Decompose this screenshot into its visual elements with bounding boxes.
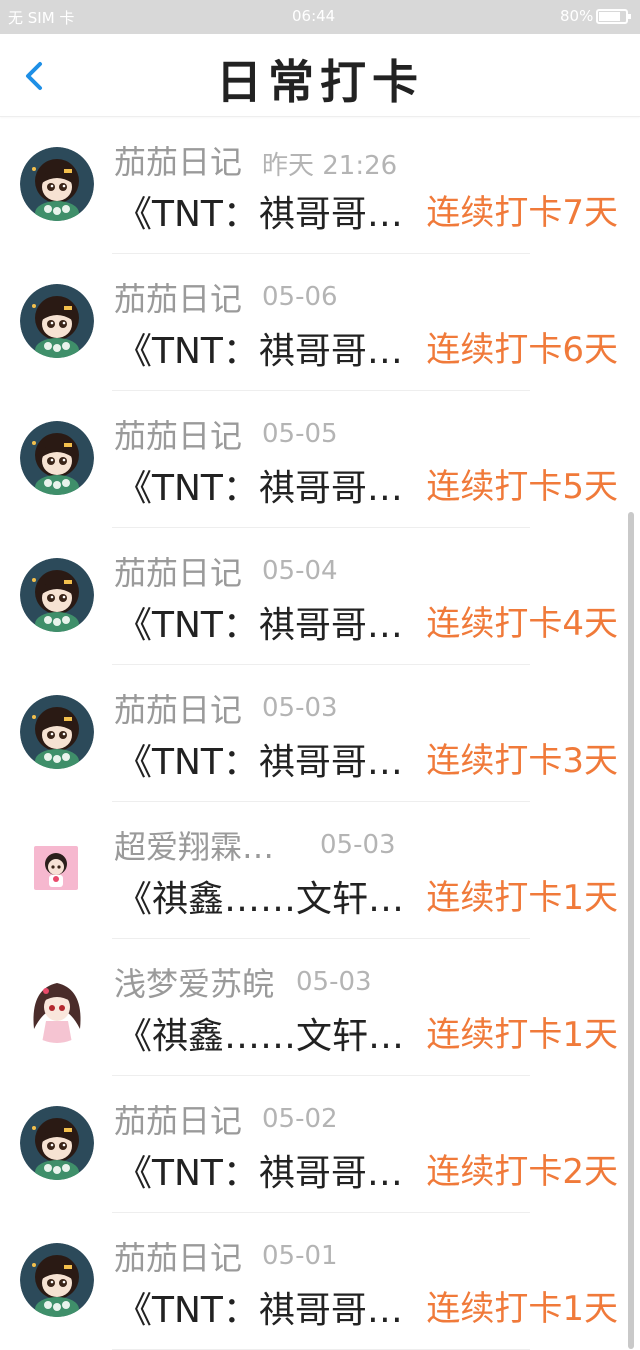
post-title: 《祺鑫……文轩… [116,879,405,920]
user-avatar[interactable] [20,147,94,221]
user-name: 茄茄日记 [114,280,243,318]
status-bar: 无 SIM 卡 06:44 80% [0,0,640,34]
streak-label: 连续打卡2天 [426,1152,618,1192]
streak-label: 连续打卡6天 [426,330,618,370]
post-time: 05-03 [296,967,372,997]
page-title: 日常打卡 [216,55,424,109]
post-title: 《TNT：祺哥哥… [116,742,403,783]
user-name: 茄茄日记 [114,417,243,455]
nav-bar: 日常打卡 [0,34,640,117]
user-name: 茄茄日记 [114,554,243,592]
battery-icon [596,9,631,24]
streak-label: 连续打卡1天 [426,1289,618,1329]
streak-label: 连续打卡4天 [426,604,618,644]
list-item[interactable]: 茄茄日记 05-03 《TNT：祺哥哥… 连续打卡3天 [0,665,640,802]
checkin-list: 茄茄日记 昨天 21:26 《TNT：祺哥哥… 连续打卡7天 茄茄日记 05-06 《TNT… [0,117,640,1350]
streak-label: 连续打卡7天 [426,193,618,233]
scrollbar[interactable] [628,512,634,1349]
post-time: 05-03 [262,693,338,723]
battery-percent: 80% [560,7,594,25]
user-name: 茄茄日记 [114,691,243,729]
post-title: 《TNT：祺哥哥… [116,331,403,372]
streak-label: 连续打卡5天 [426,467,618,507]
user-avatar[interactable] [20,558,94,632]
post-time: 05-05 [262,419,338,449]
user-avatar[interactable] [20,421,94,495]
post-time: 05-02 [262,1104,338,1134]
post-time: 05-04 [262,556,338,586]
list-item[interactable]: 超爱翔霖… 05-03 《祺鑫……文轩… 连续打卡1天 [0,802,640,939]
streak-label: 连续打卡3天 [426,741,618,781]
list-item[interactable]: 浅梦爱苏皖 05-03 《祺鑫……文轩… 连续打卡1天 [0,939,640,1076]
list-item[interactable]: 茄茄日记 05-01 《TNT：祺哥哥… 连续打卡1天 [0,1213,640,1350]
list-item[interactable]: 茄茄日记 05-02 《TNT：祺哥哥… 连续打卡2天 [0,1076,640,1213]
user-avatar[interactable] [20,1243,94,1317]
user-avatar[interactable] [20,1106,94,1180]
user-name: 超爱翔霖… [114,828,275,866]
post-time: 05-01 [262,1241,338,1271]
user-name: 浅梦爱苏皖 [114,965,275,1003]
post-title: 《TNT：祺哥哥… [116,194,403,235]
list-item[interactable]: 茄茄日记 05-05 《TNT：祺哥哥… 连续打卡5天 [0,391,640,528]
carrier-status: 无 SIM 卡 [8,9,75,27]
user-name: 茄茄日记 [114,1239,243,1277]
user-avatar[interactable] [20,695,94,769]
post-time: 05-03 [320,830,396,860]
user-name: 茄茄日记 [114,143,243,181]
user-avatar[interactable] [20,284,94,358]
post-title: 《祺鑫……文轩… [116,1016,405,1057]
user-name: 茄茄日记 [114,1102,243,1140]
post-title: 《TNT：祺哥哥… [116,468,403,509]
post-title: 《TNT：祺哥哥… [116,605,403,646]
post-time: 05-06 [262,282,338,312]
list-item[interactable]: 茄茄日记 05-06 《TNT：祺哥哥… 连续打卡6天 [0,254,640,391]
user-avatar[interactable] [34,846,78,890]
user-avatar[interactable] [20,969,94,1043]
post-title: 《TNT：祺哥哥… [116,1290,403,1331]
streak-label: 连续打卡1天 [426,878,618,918]
streak-label: 连续打卡1天 [426,1015,618,1055]
post-time: 昨天 21:26 [262,151,398,181]
clock: 06:44 [292,7,336,25]
list-item[interactable]: 茄茄日记 昨天 21:26 《TNT：祺哥哥… 连续打卡7天 [0,117,640,254]
post-title: 《TNT：祺哥哥… [116,1153,403,1194]
list-item[interactable]: 茄茄日记 05-04 《TNT：祺哥哥… 连续打卡4天 [0,528,640,665]
battery-fill [599,12,620,21]
